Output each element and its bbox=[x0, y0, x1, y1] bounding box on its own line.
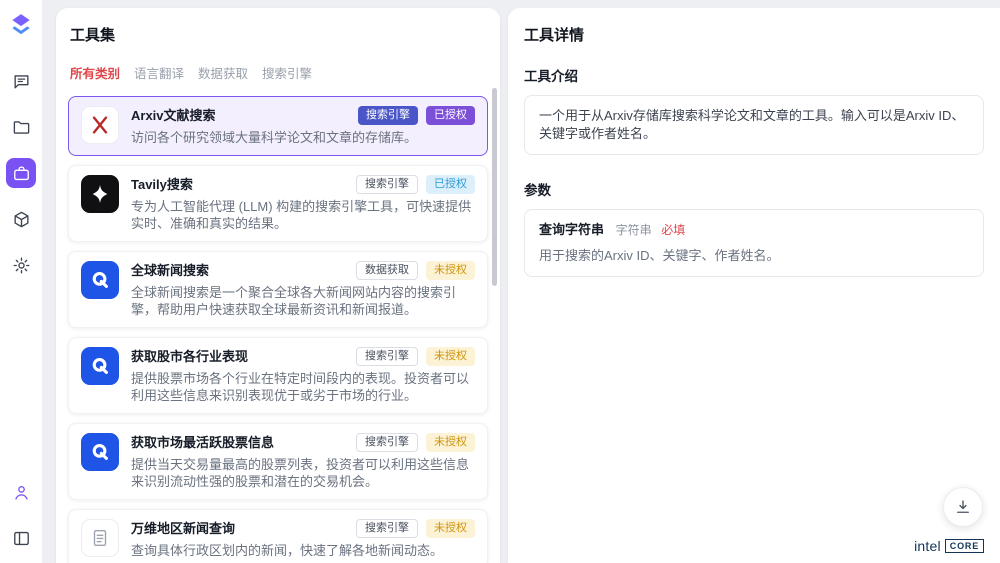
tool-title: 全球新闻搜索 bbox=[131, 261, 209, 281]
user-icon bbox=[12, 483, 31, 502]
tool-intro-card: 一个用于从Arxiv存储库搜索科学论文和文章的工具。输入可以是Arxiv ID、… bbox=[524, 95, 984, 155]
tool-list-panel: 工具集 所有类别语言翻译数据获取搜索引擎 bbox=[56, 8, 500, 563]
download-icon bbox=[954, 498, 972, 516]
tool-card-list: Arxiv文献搜索 搜索引擎 已授权 访问各个研究领域大量科学论文和文章的存储库… bbox=[68, 96, 488, 563]
gear-icon bbox=[12, 256, 31, 275]
params-section-label: 参数 bbox=[524, 179, 984, 199]
tool-category-tag: 数据获取 bbox=[356, 261, 418, 280]
download-button[interactable] bbox=[943, 487, 983, 527]
param-description: 用于搜索的Arxiv ID、关键字、作者姓名。 bbox=[539, 247, 969, 265]
tool-auth-badge: 已授权 bbox=[426, 175, 475, 194]
tool-category-tag: 搜索引擎 bbox=[356, 347, 418, 366]
parameter-card: 查询字符串 字符串 必填 用于搜索的Arxiv ID、关键字、作者姓名。 bbox=[524, 209, 984, 277]
category-tab[interactable]: 搜索引擎 bbox=[262, 63, 312, 82]
core-badge: CORE bbox=[945, 539, 984, 553]
folder-icon bbox=[12, 118, 31, 137]
detail-title: 工具详情 bbox=[524, 24, 984, 45]
document-icon bbox=[89, 527, 111, 549]
tool-card[interactable]: Arxiv文献搜索 搜索引擎 已授权 访问各个研究领域大量科学论文和文章的存储库… bbox=[68, 96, 488, 156]
intel-core-logo: intel CORE bbox=[914, 538, 984, 554]
tavily-star-icon bbox=[89, 183, 111, 205]
arxiv-icon bbox=[89, 114, 111, 136]
category-tab[interactable]: 语言翻译 bbox=[134, 63, 184, 82]
tool-title: 获取股市各行业表现 bbox=[131, 347, 248, 367]
tool-card[interactable]: Tavily搜索 搜索引擎 已授权 专为人工智能代理 (LLM) 构建的搜索引擎… bbox=[68, 165, 488, 242]
tool-icon bbox=[81, 175, 119, 213]
tool-category-tag: 搜索引擎 bbox=[356, 519, 418, 538]
category-tab[interactable]: 数据获取 bbox=[198, 63, 248, 82]
sidebar-item-files[interactable] bbox=[6, 112, 36, 142]
tool-auth-badge: 已授权 bbox=[426, 106, 475, 125]
sidebar-item-plugins[interactable] bbox=[6, 204, 36, 234]
tool-detail-panel: 工具详情 工具介绍 一个用于从Arxiv存储库搜索科学论文和文章的工具。输入可以… bbox=[508, 8, 1000, 563]
briefcase-icon bbox=[12, 164, 31, 183]
param-required-badge: 必填 bbox=[661, 223, 685, 237]
tool-auth-badge: 未授权 bbox=[426, 433, 475, 452]
tool-card[interactable]: 获取市场最活跃股票信息 搜索引擎 未授权 提供当天交易量最高的股票列表，投资者可… bbox=[68, 423, 488, 500]
tool-icon bbox=[81, 261, 119, 299]
tool-description: 访问各个研究领域大量科学论文和文章的存储库。 bbox=[131, 129, 475, 146]
news-logo-icon bbox=[89, 441, 111, 463]
tool-card[interactable]: 全球新闻搜索 数据获取 未授权 全球新闻搜索是一个聚合全球各大新闻网站内容的搜索… bbox=[68, 251, 488, 328]
intel-wordmark: intel bbox=[914, 538, 941, 554]
app-sidebar bbox=[0, 0, 42, 563]
param-type: 字符串 bbox=[616, 223, 652, 237]
layout-icon bbox=[12, 529, 31, 548]
tool-icon bbox=[81, 347, 119, 385]
chat-icon bbox=[12, 72, 31, 91]
page-title: 工具集 bbox=[70, 24, 486, 45]
tool-title: 获取市场最活跃股票信息 bbox=[131, 433, 274, 453]
param-list: 查询字符串 字符串 必填 用于搜索的Arxiv ID、关键字、作者姓名。 bbox=[524, 209, 984, 277]
category-tab[interactable]: 所有类别 bbox=[70, 63, 120, 82]
tool-icon bbox=[81, 519, 119, 557]
category-tabs: 所有类别语言翻译数据获取搜索引擎 bbox=[70, 63, 486, 82]
tool-description: 提供股票市场各个行业在特定时间段内的表现。投资者可以利用这些信息来识别表现优于或… bbox=[131, 370, 475, 404]
tool-card[interactable]: 获取股市各行业表现 搜索引擎 未授权 提供股票市场各个行业在特定时间段内的表现。… bbox=[68, 337, 488, 414]
app-logo bbox=[8, 12, 34, 38]
tool-category-tag: 搜索引擎 bbox=[356, 175, 418, 194]
tool-title: Arxiv文献搜索 bbox=[131, 106, 216, 126]
tool-description: 专为人工智能代理 (LLM) 构建的搜索引擎工具，可快速提供实时、准确和真实的结… bbox=[131, 198, 475, 232]
tool-auth-badge: 未授权 bbox=[426, 519, 475, 538]
tool-auth-badge: 未授权 bbox=[426, 347, 475, 366]
tool-card[interactable]: 万维地区新闻查询 搜索引擎 未授权 查询具体行政区划内的新闻，快速了解各地新闻动… bbox=[68, 509, 488, 563]
news-logo-icon bbox=[89, 355, 111, 377]
tool-category-tag: 搜索引擎 bbox=[358, 106, 418, 125]
tool-icon bbox=[81, 106, 119, 144]
tool-title: Tavily搜索 bbox=[131, 175, 193, 195]
cube-icon bbox=[12, 210, 31, 229]
sidebar-item-settings[interactable] bbox=[6, 250, 36, 280]
sidebar-item-collapse[interactable] bbox=[6, 523, 36, 553]
tool-icon bbox=[81, 433, 119, 471]
tool-title: 万维地区新闻查询 bbox=[131, 519, 235, 539]
news-logo-icon bbox=[89, 269, 111, 291]
tool-category-tag: 搜索引擎 bbox=[356, 433, 418, 452]
tool-auth-badge: 未授权 bbox=[426, 261, 475, 280]
param-name: 查询字符串 bbox=[539, 222, 604, 237]
sidebar-item-account[interactable] bbox=[6, 477, 36, 507]
tool-description: 查询具体行政区划内的新闻，快速了解各地新闻动态。 bbox=[131, 542, 475, 559]
tool-description: 提供当天交易量最高的股票列表，投资者可以利用这些信息来识别流动性强的股票和潜在的… bbox=[131, 456, 475, 490]
scrollbar-thumb[interactable] bbox=[492, 88, 497, 286]
sidebar-item-tools[interactable] bbox=[6, 158, 36, 188]
sidebar-item-chat[interactable] bbox=[6, 66, 36, 96]
tool-description: 全球新闻搜索是一个聚合全球各大新闻网站内容的搜索引擎，帮助用户快速获取全球最新资… bbox=[131, 284, 475, 318]
intro-section-label: 工具介绍 bbox=[524, 65, 984, 85]
